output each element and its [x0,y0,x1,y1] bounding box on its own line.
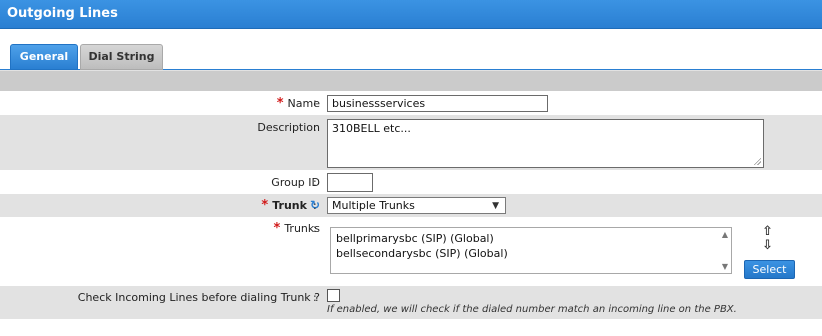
group-id-input[interactable] [327,173,373,192]
tab-dial-string[interactable]: Dial String [80,44,163,70]
colon: : [313,291,317,304]
description-row: Description : 310BELL etc... [0,115,822,170]
colon: : [313,222,317,235]
trunks-row: * Trunks : bellprimarysbc (SIP) (Global) … [0,217,822,286]
scroll-up-icon[interactable]: ▲ [722,230,728,239]
tab-bar: General Dial String [0,29,822,70]
window-titlebar: Outgoing Lines [0,0,822,29]
scroll-down-icon[interactable]: ▼ [722,262,728,271]
description-value: 310BELL etc... [332,122,411,135]
chevron-down-icon: ▼ [492,201,499,211]
move-up-icon[interactable]: ⇧ [762,224,773,239]
window-title: Outgoing Lines [7,6,118,21]
trunks-listbox[interactable]: bellprimarysbc (SIP) (Global) bellsecond… [330,227,732,274]
name-row: * Name : [0,91,822,115]
check-incoming-row: Check Incoming Lines before dialing Trun… [0,286,822,319]
colon: : [313,121,317,134]
description-textarea[interactable]: 310BELL etc... [327,119,764,168]
trunk-label-group: * Trunk ↻ [261,198,320,213]
list-item[interactable]: bellsecondarysbc (SIP) (Global) [336,246,726,261]
required-asterisk: * [276,96,284,111]
select-button[interactable]: Select [744,260,795,279]
move-down-icon[interactable]: ⇩ [762,238,773,253]
name-input[interactable] [327,95,548,112]
colon: : [313,199,317,212]
check-incoming-hint: If enabled, we will check if the dialed … [327,304,737,315]
description-label: Description [257,121,320,134]
trunk-select[interactable]: Multiple Trunks ▼ [327,197,506,214]
tab-general[interactable]: General [10,44,78,70]
check-incoming-checkbox[interactable] [327,289,340,302]
group-id-row: Group ID : [0,170,822,194]
resize-grip-icon[interactable] [753,157,761,165]
trunk-row: * Trunk ↻ : Multiple Trunks ▼ [0,194,822,217]
required-asterisk: * [261,198,269,213]
trunk-selected-value: Multiple Trunks [332,199,415,212]
colon: : [313,96,317,109]
colon: : [313,176,317,189]
required-asterisk: * [273,221,281,236]
trunk-label: Trunk [272,199,307,212]
list-item[interactable]: bellprimarysbc (SIP) (Global) [336,231,726,246]
section-header-band [0,70,822,91]
check-incoming-label: Check Incoming Lines before dialing Trun… [77,291,320,304]
